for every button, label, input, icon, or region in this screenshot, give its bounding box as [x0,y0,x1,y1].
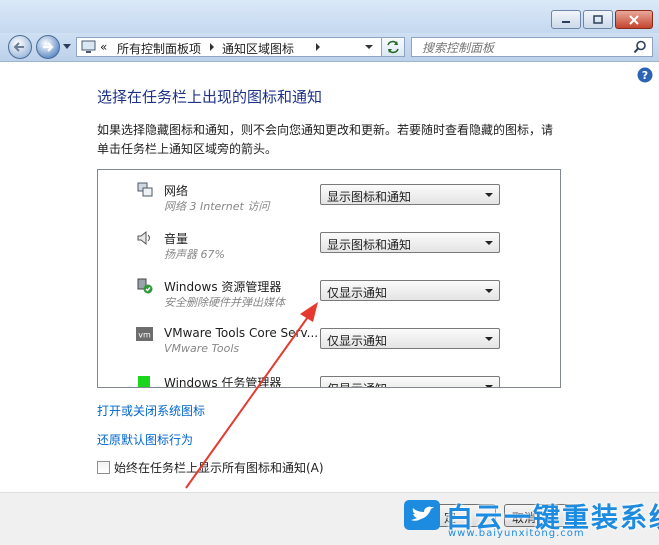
page-heading: 选择在任务栏上出现的图标和通知 [97,88,323,106]
forward-button[interactable] [36,35,60,59]
chevron-down-icon [485,193,493,197]
search-input[interactable] [420,39,624,57]
dropdown-value: 仅显示通知 [327,286,388,300]
breadcrumb-item-control-panel[interactable]: 所有控制面板项 [117,40,201,57]
restore-defaults-link[interactable]: 还原默认图标行为 [97,431,193,448]
behavior-dropdown[interactable]: 显示图标和通知 [320,232,500,253]
chevron-down-icon [485,385,493,387]
close-button[interactable] [615,10,653,29]
item-description: 网络 3 Internet 访问 [164,200,270,213]
dropdown-value: 仅显示通知 [327,380,387,387]
page-description-line: 单击任务栏上通知区域旁的箭头。 [97,142,278,156]
maximize-icon [593,14,603,24]
watermark-logo [404,500,440,530]
list-item: vm VMware Tools Core Serv... VMware Tool… [98,316,543,364]
svg-text:vm: vm [138,331,151,340]
show-all-icons-label[interactable]: 始终在任务栏上显示所有图标和通知(A) [114,459,324,476]
watermark-url: www.baiyunxitong.com [448,528,585,539]
arrow-left-icon [13,42,24,52]
svg-text:?: ? [642,69,648,82]
dropdown-value: 仅显示通知 [327,334,388,348]
dropdown-value: 显示图标和通知 [327,190,412,204]
search-icon[interactable] [633,40,647,54]
page-description: 如果选择隐藏图标和通知，则不会向您通知更改和更新。若要随时查看隐藏的图标，请 单… [97,121,567,159]
item-name: Windows 资源管理器 [164,280,282,294]
close-icon [629,14,639,25]
arrow-right-icon [43,42,54,52]
system-icons-link[interactable]: 打开或关闭系统图标 [97,402,205,419]
bird-icon [411,506,434,521]
list-item: Windows 资源管理器 安全删除硬件并弹出媒体 仅显示通知 [98,268,543,316]
chevron-down-icon [485,337,493,341]
behavior-dropdown[interactable]: 仅显示通知 [320,376,500,387]
chevron-down-icon [485,289,493,293]
minimize-icon [562,20,570,23]
chevron-down-icon [485,241,493,245]
item-name: Windows 任务管理器 [164,376,282,388]
item-name: 音量 [164,232,189,246]
task-manager-icon [138,376,150,387]
notification-icons-list[interactable]: 网络 网络 3 Internet 访问 显示图标和通知 音量 扬声器 67% 显… [97,169,561,388]
computer-icon [81,40,96,53]
breadcrumb-item-notification-icons[interactable]: 通知区域图标 [222,40,294,57]
speaker-icon [137,230,150,246]
back-button[interactable] [8,35,32,59]
chevron-right-icon[interactable] [209,43,215,51]
list-item: Windows 任务管理器 仅显示通知 [98,364,543,388]
behavior-dropdown[interactable]: 显示图标和通知 [320,184,500,205]
behavior-dropdown[interactable]: 仅显示通知 [320,328,500,349]
list-item: 网络 网络 3 Internet 访问 显示图标和通知 [98,172,543,220]
usb-safely-remove-icon [137,278,153,294]
item-description: VMware Tools [164,342,240,355]
refresh-button[interactable] [381,37,405,57]
recent-pages-dropdown[interactable] [63,44,71,50]
breadcrumb-separator: « [100,40,108,54]
dropdown-value: 显示图标和通知 [327,238,412,252]
item-name: 网络 [164,184,189,198]
minimize-button[interactable] [551,10,581,29]
title-bar [0,0,659,33]
show-all-icons-checkbox[interactable] [97,461,110,474]
address-history-dropdown[interactable] [365,45,373,50]
list-item: 音量 扬声器 67% 显示图标和通知 [98,220,543,268]
search-box[interactable] [411,37,653,57]
network-icon [137,182,153,197]
item-description: 扬声器 67% [164,248,225,261]
chevron-right-icon[interactable] [315,43,321,51]
page-description-line: 如果选择隐藏图标和通知，则不会向您通知更改和更新。若要随时查看隐藏的图标，请 [97,123,554,137]
help-icon[interactable]: ? [637,67,653,83]
address-bar[interactable]: « 所有控制面板项 通知区域图标 [76,37,402,57]
refresh-icon [387,40,399,54]
maximize-button[interactable] [583,10,613,29]
behavior-dropdown[interactable]: 仅显示通知 [320,280,500,301]
vmware-icon: vm [136,327,153,341]
item-name: VMware Tools Core Serv... [164,326,319,340]
item-description: 安全删除硬件并弹出媒体 [164,296,285,309]
